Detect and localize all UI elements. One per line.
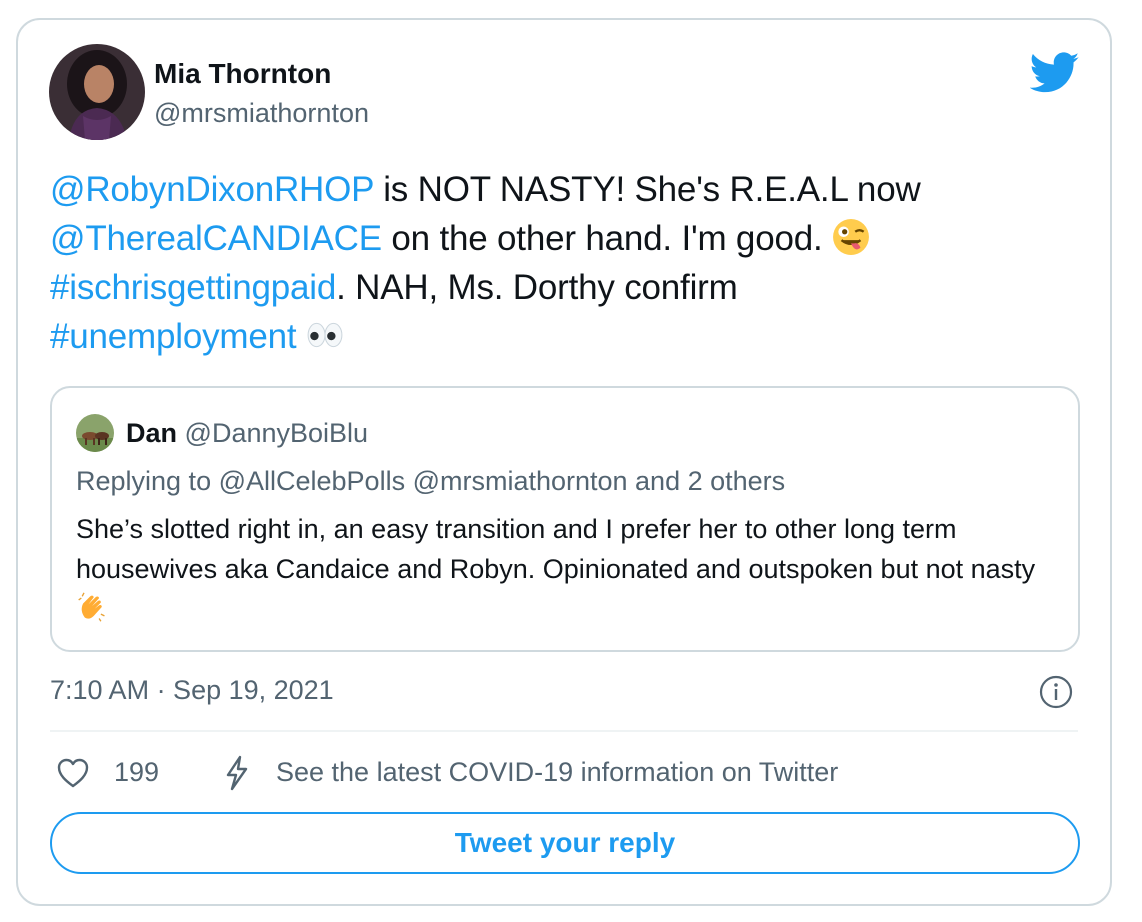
lightning-icon[interactable] xyxy=(220,754,254,792)
quoted-tweet[interactable]: Dan @DannyBoiBlu Replying to @AllCelebPo… xyxy=(50,386,1080,652)
quoted-text: She’s slotted right in, an easy transiti… xyxy=(76,509,1066,629)
info-icon[interactable] xyxy=(1038,674,1074,710)
author-name[interactable]: Mia Thornton xyxy=(154,58,331,90)
action-bar: 199 See the latest COVID-19 information … xyxy=(50,754,1080,794)
quoted-header: Dan @DannyBoiBlu xyxy=(126,418,368,449)
like-count[interactable]: 199 xyxy=(114,757,159,788)
tweet-text-segment: on the other hand. I'm good. xyxy=(381,219,833,258)
winking-face-with-tongue-icon xyxy=(832,218,870,256)
quoted-author-avatar[interactable] xyxy=(76,414,114,452)
author-avatar[interactable] xyxy=(49,44,145,140)
divider xyxy=(50,730,1078,732)
tweet-text-segment: . NAH, Ms. Dorthy confirm xyxy=(336,268,738,307)
quoted-replying-to: Replying to @AllCelebPolls @mrsmiathornt… xyxy=(76,466,786,496)
eyes-icon xyxy=(306,316,344,354)
tweet-card: Mia Thornton @mrsmiathornton @RobynDixon… xyxy=(16,18,1112,906)
clapping-hands-icon xyxy=(76,591,108,623)
mention-robyndixon[interactable]: @RobynDixonRHOP xyxy=(50,170,374,209)
mention-therealcandiace[interactable]: @TherealCANDIACE xyxy=(50,219,382,258)
quoted-author-handle[interactable]: @DannyBoiBlu xyxy=(185,418,369,448)
quoted-text-body: She’s slotted right in, an easy transiti… xyxy=(76,514,1036,584)
heart-icon[interactable] xyxy=(56,757,90,789)
hashtag-unemployment[interactable]: #unemployment xyxy=(50,317,297,356)
tweet-text-segment: is NOT NASTY! She's R.E.A.L now xyxy=(373,170,921,209)
covid-info-link[interactable]: See the latest COVID-19 information on T… xyxy=(276,757,838,788)
twitter-bird-icon[interactable] xyxy=(1029,52,1080,94)
tweet-timestamp[interactable]: 7:10 AM · Sep 19, 2021 xyxy=(50,675,334,706)
hashtag-ischrisgettingpaid[interactable]: #ischrisgettingpaid xyxy=(50,268,336,307)
tweet-text: @RobynDixonRHOP is NOT NASTY! She's R.E.… xyxy=(50,165,1070,361)
quoted-author-name[interactable]: Dan xyxy=(126,418,177,448)
author-handle[interactable]: @mrsmiathornton xyxy=(154,98,369,129)
tweet-reply-button[interactable]: Tweet your reply xyxy=(50,812,1080,874)
